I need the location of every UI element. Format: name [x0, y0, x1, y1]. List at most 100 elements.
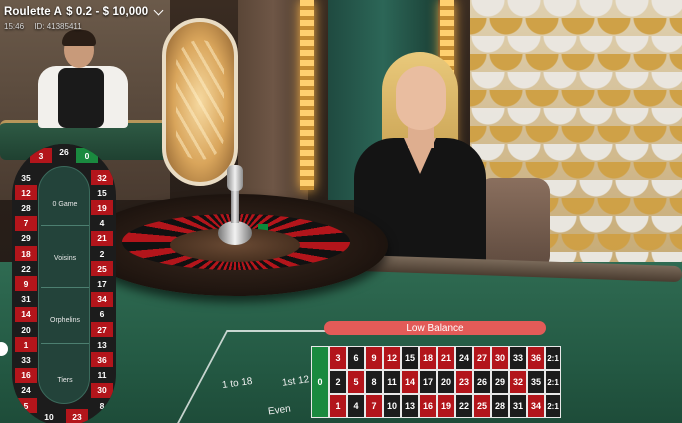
number-cell[interactable]: 19 — [437, 394, 455, 418]
number-cell[interactable]: 23 — [455, 370, 473, 394]
section-tiers[interactable]: Tiers — [39, 377, 91, 384]
column-bet-cell[interactable]: 2:1 — [545, 394, 561, 418]
racetrack-number[interactable]: 31 — [15, 291, 37, 307]
racetrack-number[interactable]: 17 — [91, 276, 113, 292]
number-cell[interactable]: 13 — [401, 394, 419, 418]
number-cell[interactable]: 14 — [401, 370, 419, 394]
live-roulette-stream: 1 to 18 1st 12 Even Roulette A $ 0.2 - $… — [0, 0, 682, 423]
game-header[interactable]: Roulette A $ 0.2 - $ 10,000 15:46 ID: 41… — [0, 0, 166, 31]
racetrack-number[interactable]: 4 — [91, 215, 113, 231]
column-bet-cell[interactable]: 2:1 — [545, 370, 561, 394]
number-cell[interactable]: 17 — [419, 370, 437, 394]
number-cell[interactable]: 10 — [383, 394, 401, 418]
racetrack-number[interactable]: 23 — [66, 409, 88, 423]
number-cell[interactable]: 32 — [509, 370, 527, 394]
racetrack-number[interactable]: 29 — [15, 230, 37, 246]
number-cell[interactable]: 25 — [473, 394, 491, 418]
number-cell[interactable]: 20 — [437, 370, 455, 394]
number-cell[interactable]: 18 — [419, 346, 437, 370]
racetrack-number[interactable]: 9 — [15, 276, 37, 292]
racetrack-number[interactable]: 28 — [15, 200, 37, 216]
racetrack-number[interactable]: 32 — [91, 170, 113, 185]
number-cell[interactable]: 36 — [527, 346, 545, 370]
racetrack-number[interactable]: 13 — [91, 337, 113, 353]
racetrack-number[interactable]: 2 — [91, 246, 113, 261]
game-title: Roulette A — [4, 6, 63, 18]
number-cell[interactable]: 7 — [365, 394, 383, 418]
number-cell[interactable]: 11 — [383, 370, 401, 394]
section-orphelins[interactable]: Orphelins — [39, 317, 91, 324]
bet-limits: $ 0.2 - $ 10,000 — [66, 6, 149, 18]
section-divider — [41, 225, 89, 226]
racetrack-number[interactable]: 19 — [91, 200, 113, 216]
game-selector[interactable]: Roulette A $ 0.2 - $ 10,000 — [4, 5, 164, 18]
number-cell[interactable]: 33 — [509, 346, 527, 370]
number-cell[interactable]: 27 — [473, 346, 491, 370]
number-cell[interactable]: 21 — [437, 346, 455, 370]
number-cell[interactable]: 24 — [455, 346, 473, 370]
number-cell[interactable]: 15 — [401, 346, 419, 370]
section-zero-game[interactable]: 0 Game — [39, 201, 91, 208]
number-cell[interactable]: 30 — [491, 346, 509, 370]
racetrack-number[interactable]: 10 — [38, 409, 60, 423]
number-cell[interactable]: 5 — [347, 370, 365, 394]
light-strip — [300, 0, 314, 190]
number-cell[interactable]: 3 — [329, 346, 347, 370]
racetrack-number[interactable]: 34 — [91, 291, 113, 307]
racetrack-number[interactable]: 18 — [15, 246, 37, 261]
racetrack-inner: 0 Game Voisins Orphelins Tiers — [38, 166, 90, 404]
number-cell[interactable]: 4 — [347, 394, 365, 418]
racetrack-number[interactable]: 7 — [15, 215, 37, 231]
number-cell-zero[interactable]: 0 — [311, 346, 329, 418]
number-cell[interactable]: 8 — [365, 370, 383, 394]
racetrack-bet-panel[interactable]: 0 Game Voisins Orphelins Tiers 3 26 0 35 12 2… — [12, 144, 116, 423]
number-cell[interactable]: 16 — [419, 394, 437, 418]
racetrack-number[interactable]: 15 — [91, 185, 113, 201]
racetrack-number[interactable]: 12 — [15, 185, 37, 201]
racetrack-number[interactable]: 25 — [91, 261, 113, 277]
racetrack-number[interactable]: 3 — [30, 148, 52, 163]
section-divider — [41, 287, 89, 288]
game-time: 15:46 — [4, 22, 25, 31]
racetrack-number[interactable]: 8 — [91, 398, 113, 413]
number-cell[interactable]: 12 — [383, 346, 401, 370]
number-cell[interactable]: 29 — [491, 370, 509, 394]
number-betting-grid[interactable]: 0 3 6 9 12 15 18 21 24 27 30 33 36 2:1 2 5 8 11 14 17 20 23 2… — [311, 346, 561, 423]
background-dealer — [28, 30, 138, 128]
racetrack-number[interactable]: 20 — [15, 322, 37, 337]
number-cell[interactable]: 9 — [365, 346, 383, 370]
racetrack-number[interactable]: 11 — [91, 367, 113, 383]
game-id: ID: 41385411 — [34, 22, 82, 31]
number-cell[interactable]: 2 — [329, 370, 347, 394]
racetrack-number[interactable]: 26 — [53, 144, 75, 159]
racetrack-number[interactable]: 27 — [91, 322, 113, 337]
racetrack-number[interactable]: 33 — [15, 352, 37, 368]
number-cell[interactable]: 1 — [329, 394, 347, 418]
racetrack-number[interactable]: 16 — [15, 367, 37, 383]
number-cell[interactable]: 26 — [473, 370, 491, 394]
number-cell[interactable]: 35 — [527, 370, 545, 394]
number-cell[interactable]: 6 — [347, 346, 365, 370]
racetrack-number[interactable]: 0 — [76, 148, 98, 163]
wheel-turret — [218, 165, 252, 253]
racetrack-number[interactable]: 36 — [91, 352, 113, 368]
number-cell[interactable]: 34 — [527, 394, 545, 418]
number-cell[interactable]: 22 — [455, 394, 473, 418]
racetrack-number[interactable]: 1 — [15, 337, 37, 353]
section-voisins[interactable]: Voisins — [39, 255, 91, 262]
chevron-down-icon[interactable] — [153, 5, 164, 15]
racetrack-number[interactable]: 35 — [15, 170, 37, 185]
racetrack-number[interactable]: 5 — [15, 398, 37, 413]
racetrack-number[interactable]: 6 — [91, 306, 113, 322]
arch-leaf-pattern — [176, 40, 224, 160]
low-balance-notice: Low Balance — [324, 321, 546, 335]
racetrack-number[interactable]: 22 — [15, 261, 37, 277]
racetrack-number[interactable]: 21 — [91, 230, 113, 246]
number-cell[interactable]: 31 — [509, 394, 527, 418]
number-cell[interactable]: 28 — [491, 394, 509, 418]
racetrack-number[interactable]: 14 — [15, 306, 37, 322]
column-bet-cell[interactable]: 2:1 — [545, 346, 561, 370]
racetrack-number[interactable]: 24 — [15, 382, 37, 398]
racetrack-number[interactable]: 30 — [91, 382, 113, 398]
section-divider — [41, 343, 89, 344]
